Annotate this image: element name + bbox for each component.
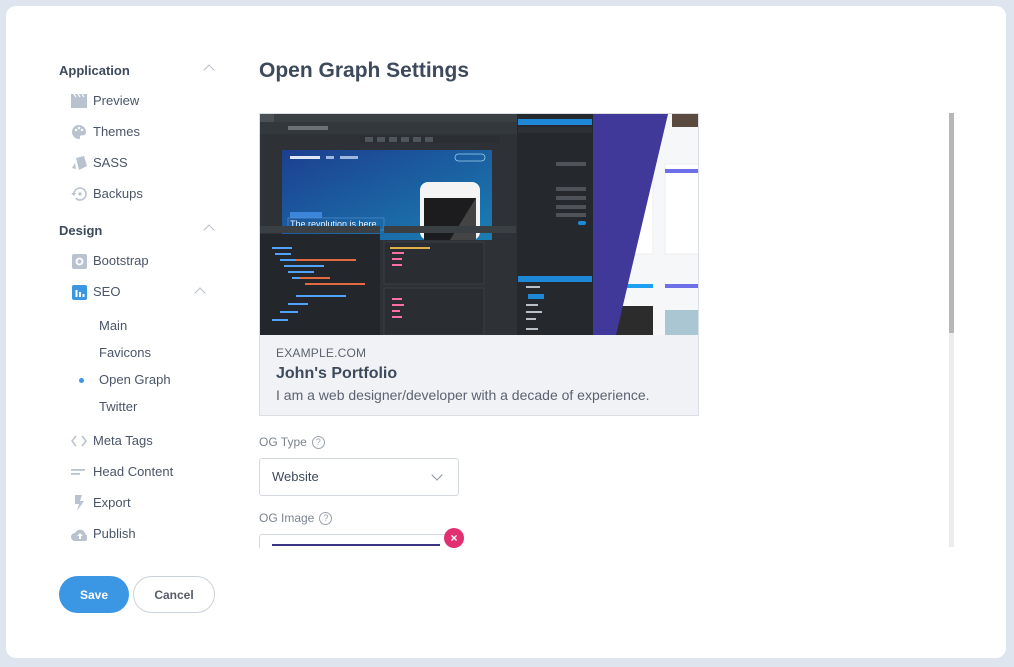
sidebar-item-backups[interactable]: Backups bbox=[71, 183, 221, 205]
sidebar-subitem-main[interactable]: Main bbox=[99, 316, 127, 336]
og-type-select[interactable]: Website bbox=[259, 458, 459, 496]
chevron-up-icon bbox=[194, 287, 206, 299]
sidebar-subitem-favicons[interactable]: Favicons bbox=[99, 343, 151, 363]
gear-icon bbox=[71, 253, 87, 269]
chevron-up-icon bbox=[203, 224, 215, 236]
save-button[interactable]: Save bbox=[59, 576, 129, 613]
og-preview-image: The revolution is here. bbox=[260, 114, 698, 335]
page-title: Open Graph Settings bbox=[259, 59, 470, 82]
group-design[interactable]: Design bbox=[59, 221, 219, 241]
code-icon bbox=[71, 433, 87, 449]
sidebar-item-publish[interactable]: Publish bbox=[71, 523, 221, 545]
cloud-upload-icon bbox=[71, 526, 87, 542]
active-indicator bbox=[79, 378, 84, 383]
help-icon[interactable]: ? bbox=[311, 435, 325, 449]
og-image-upload[interactable] bbox=[259, 534, 454, 548]
sidebar-item-preview[interactable]: Preview bbox=[71, 90, 221, 112]
sidebar-item-head-content[interactable]: Head Content bbox=[71, 461, 221, 483]
bolt-icon bbox=[71, 495, 87, 511]
sidebar-item-sass[interactable]: SASS bbox=[71, 152, 221, 174]
og-type-label: OG Type ? bbox=[259, 435, 325, 449]
palette-icon bbox=[71, 124, 87, 140]
og-preview-site: EXAMPLE.COM bbox=[276, 346, 367, 360]
sidebar-subitem-twitter[interactable]: Twitter bbox=[99, 397, 137, 417]
film-icon bbox=[71, 93, 87, 109]
group-application[interactable]: Application bbox=[59, 61, 219, 81]
help-icon[interactable]: ? bbox=[319, 511, 333, 525]
og-image-label: OG Image ? bbox=[259, 511, 333, 525]
og-preview-title: John's Portfolio bbox=[276, 365, 398, 382]
cancel-button[interactable]: Cancel bbox=[133, 576, 215, 613]
chevron-down-icon bbox=[431, 469, 443, 481]
sidebar-subitem-open-graph[interactable]: Open Graph bbox=[99, 370, 171, 390]
sidebar-item-seo[interactable]: SEO bbox=[71, 281, 216, 303]
chart-icon bbox=[71, 284, 87, 300]
sidebar-item-themes[interactable]: Themes bbox=[71, 121, 221, 143]
chevron-up-icon bbox=[203, 64, 215, 76]
og-image-thumbnail bbox=[272, 544, 440, 546]
history-icon bbox=[71, 186, 87, 202]
og-preview-card: The revolution is here. EXAMPLE.COM John… bbox=[259, 113, 699, 416]
sidebar-item-meta-tags[interactable]: Meta Tags bbox=[71, 430, 221, 452]
sidebar-item-export[interactable]: Export bbox=[71, 492, 221, 514]
close-icon: × bbox=[450, 531, 458, 545]
remove-image-button[interactable]: × bbox=[444, 528, 464, 548]
og-preview-description: I am a web designer/developer with a dec… bbox=[276, 387, 650, 403]
lines-icon bbox=[71, 464, 87, 480]
sidebar-item-bootstrap[interactable]: Bootstrap bbox=[71, 250, 221, 272]
sass-icon bbox=[71, 155, 87, 171]
scrollbar-thumb[interactable] bbox=[949, 113, 954, 333]
